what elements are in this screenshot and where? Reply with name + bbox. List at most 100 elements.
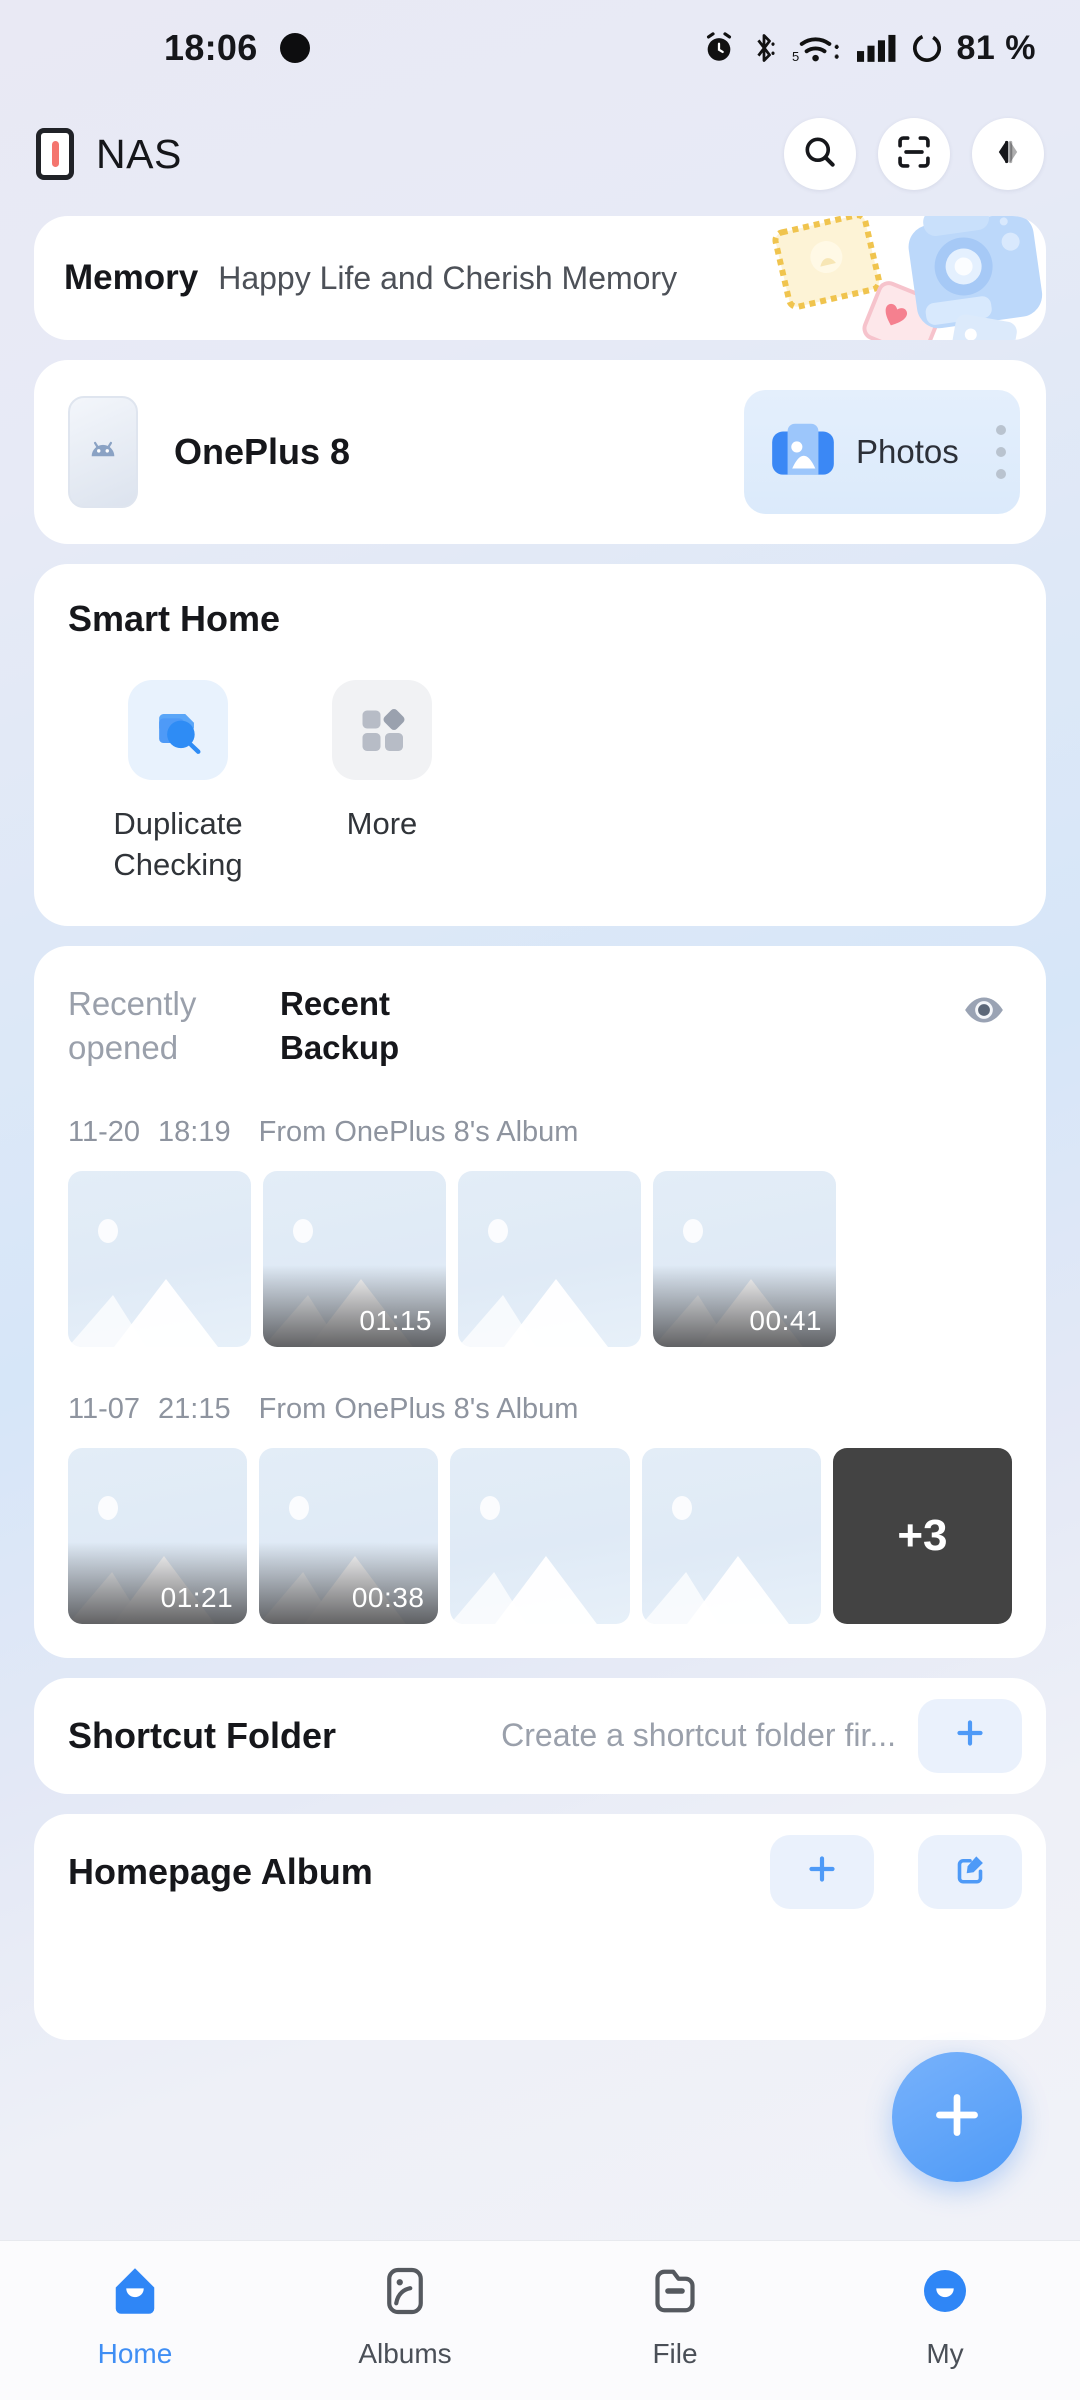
thumbnail-duration: 00:38 <box>351 1581 425 1613</box>
backup-thumbnails: 01:15 00:41 <box>68 1170 1012 1347</box>
my-icon <box>917 2263 973 2324</box>
smart-home-grid: Duplicate Checking More <box>68 680 1012 886</box>
thumbnail-duration: 01:15 <box>359 1304 432 1336</box>
photos-chip[interactable]: Photos <box>744 390 1020 514</box>
thumbnail[interactable]: 00:41 <box>653 1170 836 1347</box>
backup-group-header: 11-07 21:15 From OnePlus 8's Album <box>68 1393 1012 1426</box>
add-album-button[interactable] <box>770 1834 874 1909</box>
memory-camera-illustration <box>752 216 1046 340</box>
thumbnail[interactable] <box>641 1447 821 1624</box>
clock: 18:06 <box>164 27 258 68</box>
app-bar-actions <box>784 118 1044 190</box>
backup-time: 21:15 <box>158 1392 231 1425</box>
nav-label: File <box>652 2338 698 2369</box>
nav-item-my[interactable]: My <box>810 2263 1080 2370</box>
photos-app-icon <box>766 413 840 492</box>
backup-date: 11-20 <box>68 1115 141 1148</box>
search-button[interactable] <box>784 118 856 190</box>
backup-thumbnails: 01:21 00:38 +3 <box>68 1447 1013 1624</box>
shortcut-folder-hint: Create a shortcut folder fir... <box>501 1717 896 1754</box>
plus-icon <box>804 1851 840 1892</box>
alarm-icon <box>702 31 736 65</box>
bottom-navigation: Home Albums File My <box>0 2240 1080 2400</box>
memory-card[interactable]: Memory Happy Life and Cherish Memory <box>34 216 1046 340</box>
tab-recently-opened[interactable]: Recently opened <box>68 982 222 1070</box>
battery-percent: 81 % <box>956 28 1036 67</box>
memory-title: Memory <box>64 258 199 297</box>
smart-item-label: More <box>346 806 418 841</box>
add-floating-action-button[interactable] <box>892 2052 1022 2182</box>
eye-icon[interactable] <box>956 982 1012 1038</box>
thumbnail-duration: 00:41 <box>749 1304 822 1336</box>
signal-bars-icon <box>856 33 897 63</box>
file-icon <box>647 2263 703 2324</box>
recent-tabs: Recently opened Recent Backup <box>68 982 1012 1070</box>
android-phone-icon <box>68 396 138 508</box>
backup-time: 18:19 <box>158 1115 231 1148</box>
nav-item-file[interactable]: File <box>540 2263 810 2370</box>
thumbnail-duration: 01:21 <box>160 1581 234 1613</box>
thumbnail[interactable]: 01:21 <box>68 1447 248 1624</box>
thumbnail[interactable] <box>450 1447 630 1624</box>
backup-date: 11-07 <box>68 1392 141 1425</box>
backup-group-header: 11-20 18:19 From OnePlus 8's Album <box>68 1116 1012 1149</box>
bluetooth-icon <box>749 30 779 66</box>
edit-album-button[interactable] <box>918 1834 1022 1909</box>
thumbnail-overflow[interactable]: +3 <box>832 1447 1013 1624</box>
homepage-album-actions <box>748 1834 1022 1909</box>
smart-item-more[interactable]: More <box>302 680 462 886</box>
scan-button[interactable] <box>878 118 950 190</box>
phone-screen: 18:06 5 81 % NAS Memory Happy Life and C… <box>0 0 1080 2400</box>
albums-icon <box>377 2263 433 2324</box>
search-icon <box>801 133 839 176</box>
smart-home-title: Smart Home <box>68 598 281 639</box>
homepage-album-header: Homepage Album <box>68 1814 1022 1930</box>
backup-group: 11-07 21:15 From OnePlus 8's Album 01:21 <box>68 1393 1013 1624</box>
page-title: NAS <box>96 130 182 177</box>
duplicate-search-icon <box>128 680 228 780</box>
device-name: OnePlus 8 <box>174 431 351 472</box>
transfer-arrows-icon <box>989 133 1027 176</box>
app-bar: NAS <box>0 96 1080 212</box>
thumbnail[interactable] <box>458 1170 641 1347</box>
grid-more-icon <box>332 680 432 780</box>
photos-chip-label: Photos <box>856 433 959 470</box>
backup-group: 11-20 18:19 From OnePlus 8's Album 01:15… <box>68 1116 1012 1347</box>
nav-item-home[interactable]: Home <box>0 2263 270 2370</box>
home-icon <box>107 2263 163 2324</box>
scan-frame-icon <box>895 133 933 176</box>
smart-home-card: Smart Home Duplicate Checking More <box>34 564 1046 926</box>
app-brand: NAS <box>36 128 182 180</box>
nav-label: My <box>926 2338 964 2369</box>
transfer-button[interactable] <box>972 118 1044 190</box>
add-shortcut-folder-button[interactable] <box>918 1698 1022 1773</box>
homepage-album-title: Homepage Album <box>68 1850 373 1892</box>
more-dots-icon[interactable] <box>996 425 1006 479</box>
edit-square-icon <box>952 1851 988 1892</box>
recent-card: Recently opened Recent Backup 11-20 18:1… <box>34 945 1046 1658</box>
memory-subtitle: Happy Life and Cherish Memory <box>218 259 678 296</box>
battery-ring-icon <box>910 31 944 65</box>
homepage-album-card: Homepage Album <box>34 1813 1046 2040</box>
backup-source: From OnePlus 8's Album <box>258 1392 579 1425</box>
plus-icon <box>952 1715 988 1756</box>
status-bar: 18:06 5 81 % <box>0 0 1080 96</box>
thumbnail[interactable] <box>68 1170 251 1347</box>
nav-label: Home <box>97 2338 173 2369</box>
status-bar-left: 18:06 <box>164 27 310 69</box>
nas-phone-icon <box>36 128 74 180</box>
scroll-content[interactable]: Memory Happy Life and Cherish Memory One… <box>0 212 1080 2240</box>
status-bar-right: 5 81 % <box>702 29 1037 68</box>
smart-item-label: Duplicate Checking <box>113 806 243 882</box>
tab-recent-backup[interactable]: Recent Backup <box>280 982 434 1070</box>
thumbnail[interactable]: 00:38 <box>259 1447 439 1624</box>
smart-item-duplicate-checking[interactable]: Duplicate Checking <box>98 680 258 886</box>
wifi-5g-icon: 5 <box>792 30 844 66</box>
shortcut-folder-card: Shortcut Folder Create a shortcut folder… <box>34 1677 1046 1794</box>
svg-text:5: 5 <box>792 49 799 64</box>
device-card[interactable]: OnePlus 8 Photos <box>34 360 1046 544</box>
thumbnail[interactable]: 01:15 <box>263 1170 446 1347</box>
camera-punchhole <box>279 33 310 63</box>
plus-icon <box>926 2084 988 2151</box>
nav-item-albums[interactable]: Albums <box>270 2263 540 2370</box>
